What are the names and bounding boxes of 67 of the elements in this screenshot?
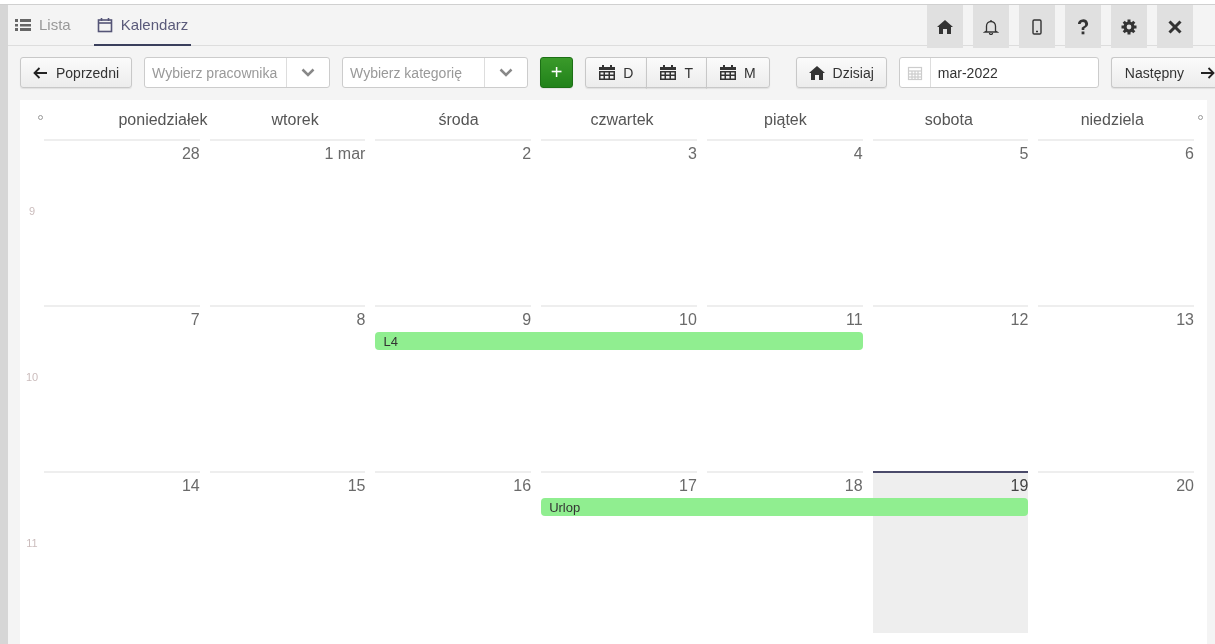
day-number: 5: [1019, 144, 1029, 163]
help-button[interactable]: [1065, 5, 1101, 48]
day-number: 17: [679, 476, 697, 495]
select-input[interactable]: Wybierz kategorię: [343, 58, 485, 87]
tab[interactable]: Kalendarz: [93, 5, 192, 46]
select-field[interactable]: Wybierz pracownika: [144, 57, 331, 88]
week-number: 10: [24, 370, 40, 385]
arrow-left-icon: [33, 66, 48, 79]
arrow-right-icon: [1200, 66, 1215, 79]
event-bar[interactable]: L4: [375, 332, 863, 350]
previous-button[interactable]: Poprzedni: [20, 57, 133, 88]
phone-button[interactable]: [1019, 5, 1055, 48]
weekday-header: środa: [437, 110, 480, 129]
day-number: 14: [181, 476, 200, 495]
day-number: 18: [844, 476, 863, 495]
day-number: 4: [853, 144, 863, 163]
day-number: 2: [522, 144, 532, 163]
home-icon: [808, 65, 825, 80]
close-button[interactable]: [1157, 5, 1193, 48]
day-number: 12: [1010, 310, 1029, 329]
weekday-header: wtorek: [270, 110, 320, 129]
list-icon: [15, 17, 31, 32]
weekday-header: piątek: [763, 110, 808, 129]
home-button[interactable]: [927, 5, 963, 48]
day-number: 16: [513, 476, 532, 495]
select-field[interactable]: Wybierz kategorię: [342, 57, 529, 88]
day-number: 19: [1010, 476, 1029, 495]
day-number: 13: [1176, 310, 1194, 329]
weekday-header: sobota: [923, 110, 974, 129]
week-number: 11: [25, 536, 39, 551]
select-input[interactable]: Wybierz pracownika: [145, 58, 287, 87]
weekday-header: niedziela: [1079, 110, 1145, 129]
calendar-grid-icon: [599, 65, 616, 80]
day-number: 8: [356, 310, 366, 329]
phone-icon: [1032, 18, 1042, 35]
day-number: 3: [687, 144, 697, 163]
close-icon: [1168, 19, 1182, 34]
event-bar[interactable]: Urlop: [541, 498, 1029, 516]
week-number: 9: [27, 204, 37, 219]
today-button[interactable]: Dzisiaj: [795, 57, 887, 88]
home-icon: [937, 19, 953, 34]
day-number: 10: [679, 310, 697, 329]
add-button[interactable]: +: [540, 57, 574, 88]
view-button[interactable]: M: [705, 57, 770, 88]
calendar-icon: [96, 16, 113, 33]
date-field[interactable]: mar-2022: [898, 57, 1099, 88]
next-button[interactable]: Następny: [1110, 57, 1215, 88]
day-number: 28: [181, 144, 200, 163]
day-number: 11: [845, 310, 863, 329]
day-number: 7: [190, 310, 200, 329]
day-number: 9: [522, 310, 532, 329]
date-input[interactable]: mar-2022: [930, 58, 1098, 87]
help-icon: [1077, 18, 1089, 35]
day-number: 1 mar: [324, 144, 366, 163]
settings-button[interactable]: [1111, 5, 1147, 48]
calendar-grid-icon: [719, 65, 736, 80]
bell-icon: [983, 18, 999, 35]
calendar-grid-icon: [660, 65, 677, 80]
view-button[interactable]: D: [585, 57, 648, 88]
bell-button[interactable]: [973, 5, 1009, 48]
settings-icon: [1121, 18, 1137, 35]
weekday-header: czwartek: [589, 110, 655, 129]
day-number: 6: [1185, 144, 1194, 163]
day-number: 20: [1176, 476, 1194, 495]
weekday-header: poniedziałek: [117, 110, 209, 129]
view-button[interactable]: T: [646, 57, 707, 88]
day-number: 15: [347, 476, 366, 495]
